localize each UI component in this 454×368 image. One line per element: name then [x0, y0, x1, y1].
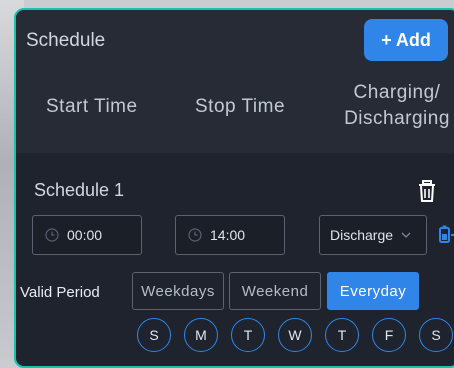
- column-charging-line1: Charging/: [353, 82, 441, 103]
- stop-time-field[interactable]: 14:00: [175, 215, 285, 255]
- stop-time-value: 14:00: [210, 227, 246, 243]
- schedule-panel: Schedule + Add Start Time Stop Time Char…: [14, 8, 454, 368]
- day-saturday-button[interactable]: S: [419, 318, 453, 352]
- clock-icon: [188, 228, 202, 242]
- page-title: Schedule: [26, 30, 106, 51]
- column-charging-line2: Discharging: [344, 108, 450, 129]
- mode-select-value: Discharge: [330, 227, 394, 243]
- day-thursday-button[interactable]: T: [325, 318, 359, 352]
- clock-icon: [45, 228, 59, 242]
- day-tuesday-button[interactable]: T: [231, 318, 265, 352]
- day-monday-button[interactable]: M: [184, 318, 218, 352]
- period-everyday-button[interactable]: Everyday: [327, 272, 419, 310]
- schedule-title: Schedule 1: [34, 180, 125, 200]
- battery-icon: [439, 225, 454, 243]
- column-start-time: Start Time: [46, 96, 138, 117]
- add-button[interactable]: + Add: [364, 19, 448, 61]
- chevron-down-icon: [401, 232, 411, 238]
- trash-icon[interactable]: [418, 180, 436, 202]
- start-time-field[interactable]: 00:00: [32, 215, 142, 255]
- mode-select[interactable]: Discharge: [319, 215, 427, 255]
- valid-period-label: Valid Period: [20, 284, 100, 301]
- day-wednesday-button[interactable]: W: [278, 318, 312, 352]
- period-weekend-button[interactable]: Weekend: [229, 272, 321, 310]
- column-charging-discharging: Charging/ Discharging: [332, 80, 454, 132]
- period-weekdays-button[interactable]: Weekdays: [132, 272, 224, 310]
- day-friday-button[interactable]: F: [372, 318, 406, 352]
- start-time-value: 00:00: [67, 227, 103, 243]
- day-sunday-button[interactable]: S: [137, 318, 171, 352]
- column-stop-time: Stop Time: [195, 96, 286, 117]
